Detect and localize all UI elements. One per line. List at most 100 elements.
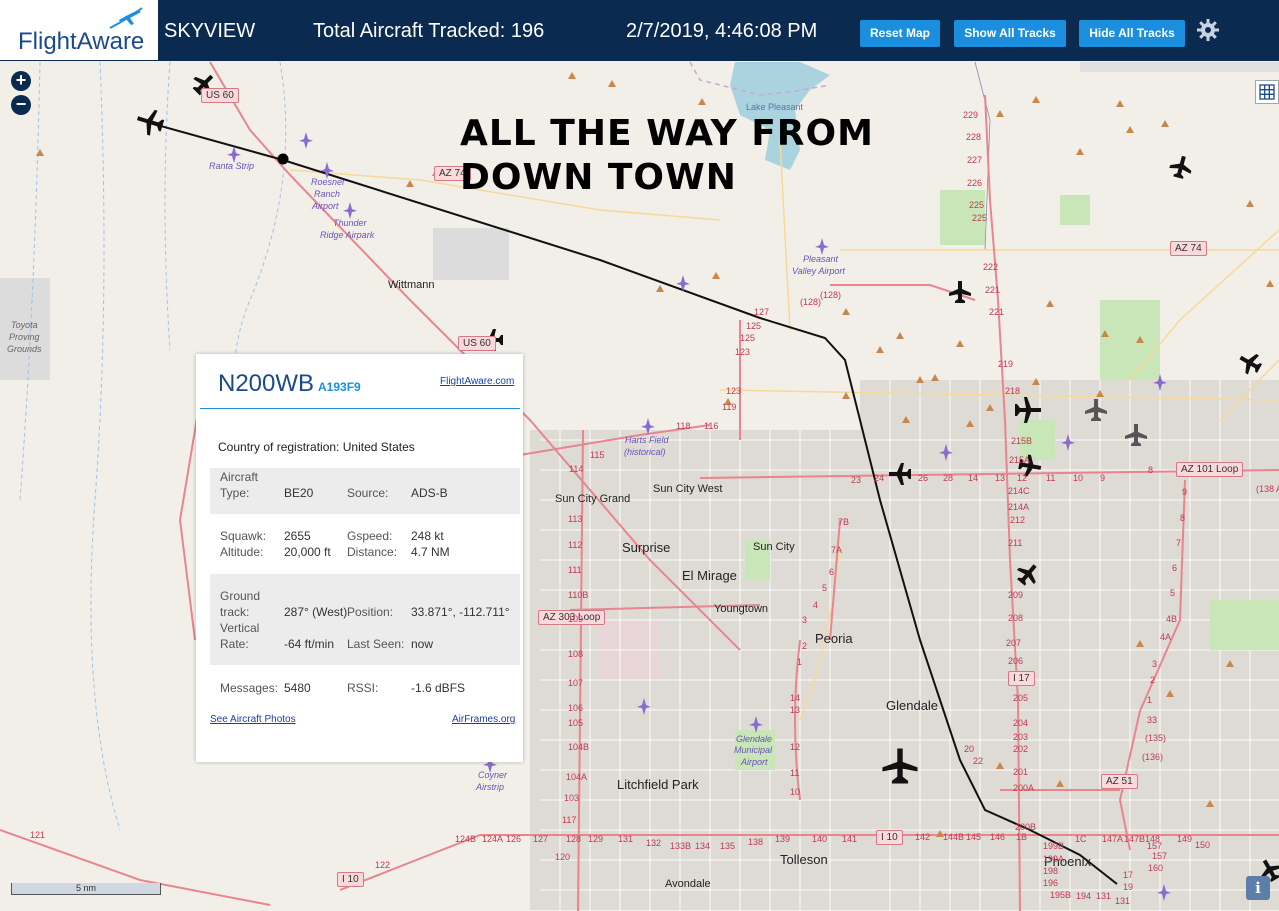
show-all-tracks-button[interactable]: Show All Tracks	[954, 20, 1066, 47]
exit-label: 145	[966, 832, 982, 842]
exit-label: (128)	[820, 290, 842, 300]
airport-label-toyota1: Toyota	[11, 320, 38, 330]
info-button[interactable]: i	[1246, 876, 1270, 900]
exit-label: 2	[1150, 675, 1156, 685]
exit-label: 194	[1076, 891, 1092, 901]
exit-label: 140	[812, 834, 828, 844]
exit-label: 228	[966, 132, 982, 142]
exit-label: 157	[1147, 841, 1163, 851]
exit-label: 14	[968, 473, 979, 483]
country-row: Country of registration: United States	[218, 440, 415, 454]
exit-label: 227	[967, 155, 983, 165]
exit-label: 26	[918, 473, 929, 483]
exit-label: 11	[790, 768, 800, 778]
exit-label: 121	[30, 830, 46, 840]
exit-label: 8	[1180, 513, 1186, 523]
annotation-text: ALL THE WAY FROM DOWN TOWN	[460, 112, 874, 200]
route-shield-i10a: I 10	[876, 830, 903, 845]
exit-label: 218	[1005, 386, 1021, 396]
layers-button[interactable]	[1255, 80, 1279, 104]
flightaware-logo[interactable]: FlightAware	[0, 0, 158, 60]
exit-label: 4	[813, 600, 819, 610]
exit-label: 128	[566, 834, 582, 844]
exit-label: 214A	[1008, 502, 1030, 512]
exit-label: 226	[967, 178, 983, 188]
exit-label: 200A	[1013, 783, 1035, 793]
exit-label: 134	[695, 841, 711, 851]
exit-label: 6	[1172, 563, 1178, 573]
airport-label-glendale1: Glendale	[736, 734, 773, 744]
aircraft-photos-link[interactable]: See Aircraft Photos	[210, 714, 296, 725]
exit-label: 146	[990, 832, 1006, 842]
exit-label: 125	[746, 321, 762, 331]
exit-label: 7B	[838, 517, 850, 527]
airport-label-harts1: Harts Field	[625, 435, 669, 445]
exit-label: 1C	[1075, 834, 1087, 844]
exit-label: 3	[1152, 659, 1158, 669]
distance-value: 4.7 NM	[411, 545, 450, 559]
place-label-litchfield: Litchfield Park	[617, 777, 699, 792]
exit-label: 204	[1013, 718, 1029, 728]
ground-track-value: 287° (West)	[284, 605, 348, 619]
aircraft-type-label2: Type:	[220, 486, 250, 500]
exit-label: 147A	[1102, 834, 1124, 844]
exit-label: 199B	[1043, 841, 1065, 851]
exit-label: 212	[1010, 515, 1026, 525]
exit-label: 13	[790, 705, 801, 715]
exit-label: (136)	[1142, 752, 1164, 762]
divider	[200, 408, 520, 409]
exit-label: 131	[618, 834, 634, 844]
exit-label: 126	[506, 834, 522, 844]
airframes-link[interactable]: AirFrames.org	[452, 714, 515, 725]
exit-label: 22	[973, 756, 984, 766]
exit-label: 12	[790, 742, 801, 752]
registration: N200WB	[218, 370, 315, 397]
exit-label: 105	[568, 718, 584, 728]
app-name: SKYVIEW	[164, 20, 256, 42]
exit-label: 199A	[1043, 854, 1065, 864]
exit-label: 107	[568, 678, 584, 688]
gspeed-value: 248 kt	[411, 529, 444, 543]
aircraft-type-value: BE20	[284, 486, 314, 500]
exit-label: 225	[969, 200, 985, 210]
aircraft-info-panel: N200WB A193F9 FlightAware.com Country of…	[196, 354, 523, 762]
annotation-line1: ALL THE WAY FROM	[460, 113, 874, 154]
exit-label: 124B	[455, 834, 477, 844]
exit-label: 203	[1013, 732, 1029, 742]
exit-label: 1	[1147, 695, 1153, 705]
exit-label: 222	[983, 262, 999, 272]
airport-label-roesner3: Airport	[312, 201, 339, 211]
gear-icon[interactable]	[1196, 18, 1220, 42]
gspeed-label: Gspeed:	[347, 529, 393, 543]
exit-label: 103	[564, 793, 580, 803]
exit-label: 1	[797, 657, 803, 667]
exit-label: 119	[722, 402, 737, 412]
exit-label: 109	[568, 614, 584, 624]
hide-all-tracks-button[interactable]: Hide All Tracks	[1079, 20, 1185, 47]
airport-label-coyner1: Coyner	[478, 770, 508, 780]
flightaware-link[interactable]: FlightAware.com	[440, 376, 514, 387]
exit-label: 14	[790, 693, 801, 703]
place-label-sun-city-grand: Sun City Grand	[555, 493, 631, 505]
exit-label: 13	[995, 473, 1006, 483]
exit-label: (135)	[1145, 733, 1167, 743]
exit-label: 110B	[568, 590, 589, 600]
source-value: ADS-B	[411, 486, 448, 500]
top-bar: FlightAware SKYVIEW Total Aircraft Track…	[0, 0, 1279, 61]
exit-label: 200B	[1015, 822, 1037, 832]
place-label-sun-city: Sun City	[753, 541, 795, 553]
exit-label: 202	[1013, 744, 1029, 754]
zoom-out-button[interactable]: −	[11, 95, 31, 115]
zoom-in-button[interactable]: +	[11, 71, 31, 91]
aircraft-type-label: Aircraft	[220, 470, 259, 484]
reset-map-button[interactable]: Reset Map	[860, 20, 940, 47]
exit-label: 7A	[831, 545, 843, 555]
squawk-label: Squawk:	[220, 529, 267, 543]
exit-label: 207	[1006, 638, 1022, 648]
exit-label: 205	[1013, 693, 1029, 703]
position-label: Position:	[347, 605, 394, 619]
airport-label-pleasant2: Valley Airport	[792, 266, 845, 276]
exit-label: 2	[802, 641, 808, 651]
exit-label: 135	[720, 841, 736, 851]
route-shield-az51: AZ 51	[1101, 774, 1138, 789]
